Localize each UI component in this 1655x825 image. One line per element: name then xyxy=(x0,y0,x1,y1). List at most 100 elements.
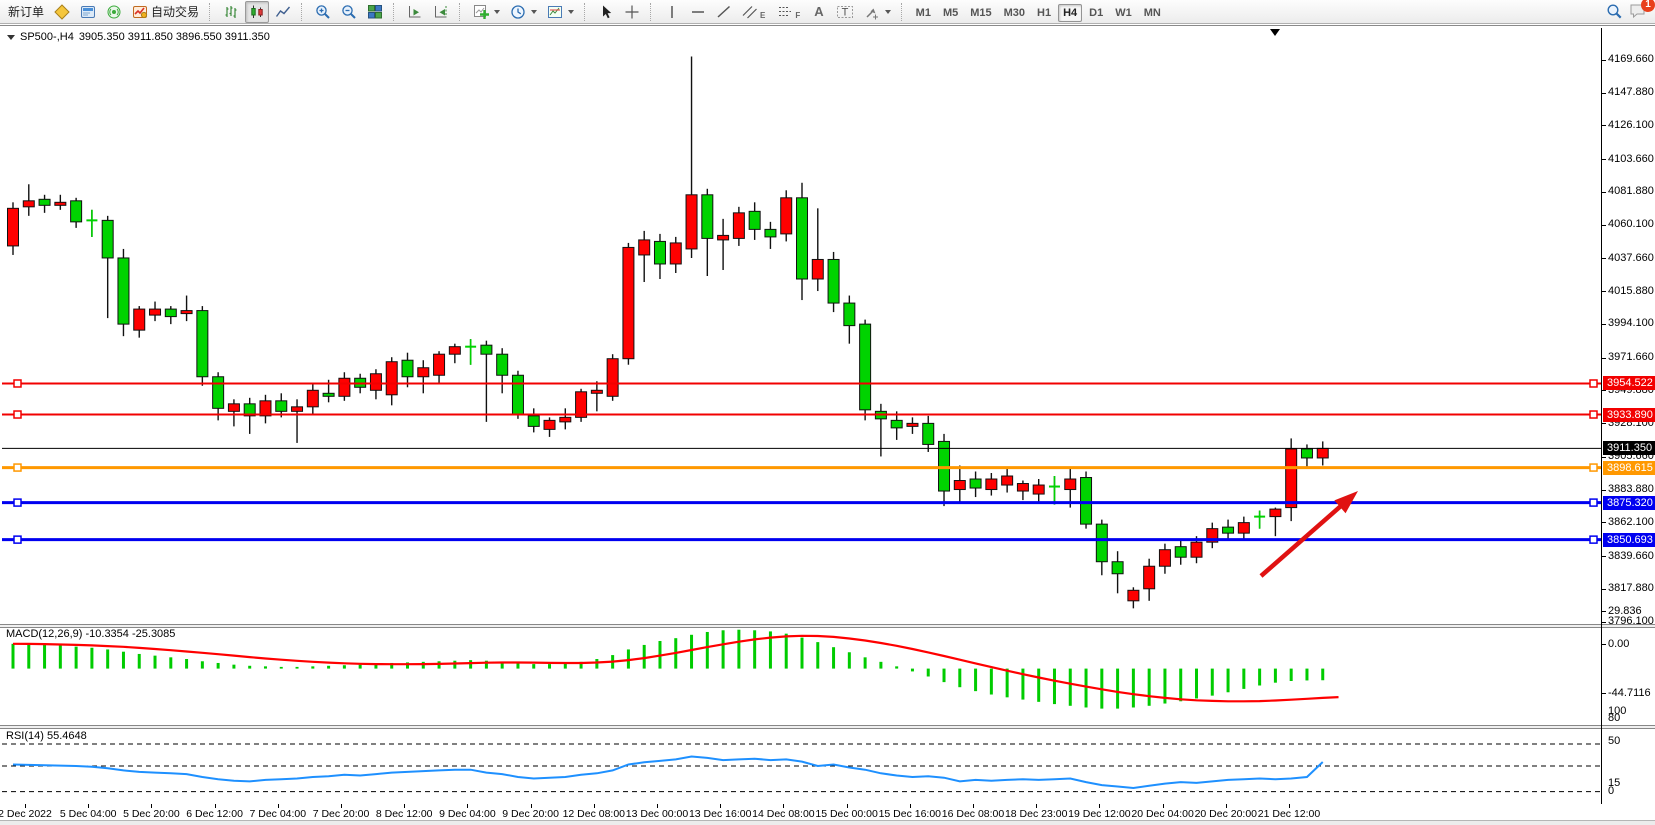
vertical-line-icon[interactable] xyxy=(660,1,684,23)
price-tick-mark xyxy=(1602,192,1606,193)
chevron-down-icon xyxy=(531,10,537,14)
toolbar-separator xyxy=(650,3,655,21)
price-tick-label: 3994.100 xyxy=(1608,317,1654,329)
auto-scroll-icon[interactable] xyxy=(403,1,427,23)
candle xyxy=(228,399,239,426)
candle xyxy=(1223,520,1234,541)
toolbar-separator xyxy=(393,3,398,21)
price-chart[interactable] xyxy=(2,28,1601,624)
arrows-icon[interactable] xyxy=(860,1,895,23)
add-indicator-icon[interactable] xyxy=(469,1,504,23)
timeframe-h1[interactable]: H1 xyxy=(1032,4,1056,22)
candle xyxy=(307,383,318,415)
candle xyxy=(1286,438,1297,521)
timeframe-m15[interactable]: M15 xyxy=(965,4,996,22)
candle xyxy=(1081,471,1092,528)
horizontal-line-object[interactable] xyxy=(2,536,1601,543)
price-tick-label: 3862.100 xyxy=(1608,516,1654,528)
price-axis[interactable]: 4169.6604147.8804126.1004103.6604081.880… xyxy=(1601,28,1655,804)
line-handle xyxy=(1590,380,1597,387)
macd-panel[interactable] xyxy=(2,628,1601,725)
crosshair-icon[interactable] xyxy=(620,1,644,23)
zoom-out-icon[interactable] xyxy=(337,1,361,23)
time-axis[interactable]: 2 Dec 20225 Dec 04:005 Dec 20:006 Dec 12… xyxy=(0,804,1655,821)
text-icon[interactable]: A xyxy=(808,1,829,23)
timeframe-w1[interactable]: W1 xyxy=(1110,4,1137,22)
price-tick-label: 4015.880 xyxy=(1608,285,1654,297)
macd-histogram-bar xyxy=(185,659,188,669)
auto-trading-button[interactable]: 自动交易 xyxy=(128,1,203,23)
timeframe-mn[interactable]: MN xyxy=(1139,4,1166,22)
line-chart-icon[interactable] xyxy=(271,1,295,23)
notifications-button[interactable]: 1 xyxy=(1629,2,1649,20)
price-tick-label: 4126.100 xyxy=(1608,119,1654,131)
time-tick-label: 20 Dec 20:00 xyxy=(1195,808,1257,820)
candle xyxy=(1049,476,1060,505)
candle xyxy=(1270,508,1281,537)
new-chart-icon[interactable] xyxy=(50,1,74,23)
candle xyxy=(1207,523,1218,549)
macd-histogram-bar xyxy=(138,654,141,669)
timeframe-d1[interactable]: D1 xyxy=(1084,4,1108,22)
search-icon[interactable] xyxy=(1606,3,1623,20)
bar-chart-icon[interactable] xyxy=(219,1,243,23)
svg-text:T: T xyxy=(841,6,848,18)
horizontal-line-object[interactable] xyxy=(2,380,1601,387)
timeframe-m30[interactable]: M30 xyxy=(999,4,1030,22)
macd-axis-label: -44.7116 xyxy=(1608,687,1651,699)
price-tick-mark xyxy=(1602,556,1606,557)
fibonacci-icon[interactable]: F xyxy=(773,1,806,23)
price-line-tag: 3898.615 xyxy=(1603,461,1655,475)
periods-clock-icon[interactable] xyxy=(506,1,541,23)
horizontal-line-icon[interactable] xyxy=(686,1,710,23)
price-tick-mark xyxy=(1602,522,1606,523)
toolbar-separator xyxy=(459,3,464,21)
price-tick-label: 3839.660 xyxy=(1608,550,1654,562)
price-tick-label: 4060.100 xyxy=(1608,218,1654,230)
horizontal-line-object[interactable] xyxy=(2,411,1601,418)
candle xyxy=(118,249,129,336)
signals-icon[interactable] xyxy=(102,1,126,23)
macd-histogram-bar xyxy=(1085,669,1088,708)
line-handle xyxy=(14,499,21,506)
candle xyxy=(481,341,492,422)
macd-histogram-bar xyxy=(27,644,30,668)
horizontal-line-object[interactable] xyxy=(2,464,1601,471)
macd-histogram-bar xyxy=(785,634,788,669)
horizontal-line-object[interactable] xyxy=(2,499,1601,506)
rsi-axis-label: 80 xyxy=(1608,712,1620,724)
timeframe-m5[interactable]: M5 xyxy=(938,4,963,22)
zoom-in-icon[interactable] xyxy=(311,1,335,23)
candle xyxy=(781,190,792,241)
macd-histogram-bar xyxy=(911,669,914,672)
new-order-button[interactable]: 新订单 xyxy=(4,1,48,23)
tile-windows-icon[interactable] xyxy=(363,1,387,23)
timeframe-m1[interactable]: M1 xyxy=(911,4,936,22)
macd-histogram-bar xyxy=(106,649,109,668)
toolbar-separator xyxy=(301,3,306,21)
candlestick-icon[interactable] xyxy=(245,1,269,23)
text-label-icon[interactable]: T xyxy=(832,1,858,23)
template-icon[interactable] xyxy=(543,1,578,23)
time-tick-label: 14 Dec 08:00 xyxy=(752,808,814,820)
candle xyxy=(497,348,508,393)
equidistant-channel-icon[interactable]: E xyxy=(738,1,771,23)
terminal-icon[interactable] xyxy=(76,1,100,23)
cursor-icon[interactable] xyxy=(594,1,618,23)
chart-shift-icon[interactable] xyxy=(429,1,453,23)
macd-histogram-bar xyxy=(1305,669,1308,681)
macd-histogram-bar xyxy=(1195,669,1198,699)
time-tick-label: 13 Dec 16:00 xyxy=(689,808,751,820)
price-tick-label: 3971.660 xyxy=(1608,351,1654,363)
timeframe-h4[interactable]: H4 xyxy=(1058,4,1082,22)
time-tick-label: 5 Dec 04:00 xyxy=(60,808,117,820)
candle xyxy=(339,372,350,401)
candle xyxy=(812,208,823,291)
macd-main-value: -10.3354 xyxy=(85,628,128,640)
trendline-icon[interactable] xyxy=(712,1,736,23)
rsi-panel[interactable] xyxy=(2,729,1601,804)
candle xyxy=(402,353,413,388)
candle xyxy=(449,344,460,364)
macd-histogram-bar xyxy=(1274,669,1277,683)
candles-layer xyxy=(8,56,1329,608)
